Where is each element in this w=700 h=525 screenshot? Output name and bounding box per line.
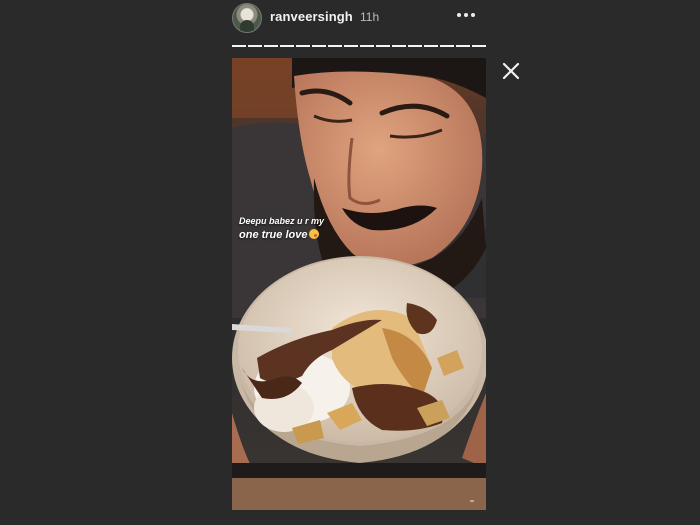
progress-segment — [232, 45, 246, 47]
progress-segment — [472, 45, 486, 47]
progress-segment — [376, 45, 390, 47]
story-header: ranveersingh 11h — [232, 0, 486, 34]
user-avatar[interactable] — [232, 3, 262, 33]
progress-segment — [392, 45, 406, 47]
post-timestamp: 11h — [360, 10, 380, 24]
caption-line-1: Deepu babez u r my — [239, 216, 325, 226]
more-options-icon[interactable] — [454, 7, 478, 23]
story-photo — [232, 58, 486, 478]
progress-segment — [280, 45, 294, 47]
footer-mark — [470, 500, 474, 502]
progress-segment — [296, 45, 310, 47]
close-icon[interactable] — [500, 60, 522, 82]
story-caption: Deepu babez u r my one true love — [239, 216, 369, 241]
caption-line-2: one true love — [239, 229, 369, 241]
username[interactable]: ranveersingh — [270, 9, 353, 24]
progress-segment — [328, 45, 342, 47]
progress-segment — [424, 45, 438, 47]
progress-segment — [456, 45, 470, 47]
progress-segment — [248, 45, 262, 47]
progress-segment — [440, 45, 454, 47]
progress-segment — [344, 45, 358, 47]
story-media[interactable]: Deepu babez u r my one true love — [232, 58, 486, 510]
progress-segment — [408, 45, 422, 47]
story-progress-bar — [232, 45, 486, 48]
story-footer — [232, 478, 486, 510]
kiss-emoji-icon — [309, 229, 320, 239]
progress-segment — [360, 45, 374, 47]
progress-segment — [312, 45, 326, 47]
progress-segment — [264, 45, 278, 47]
